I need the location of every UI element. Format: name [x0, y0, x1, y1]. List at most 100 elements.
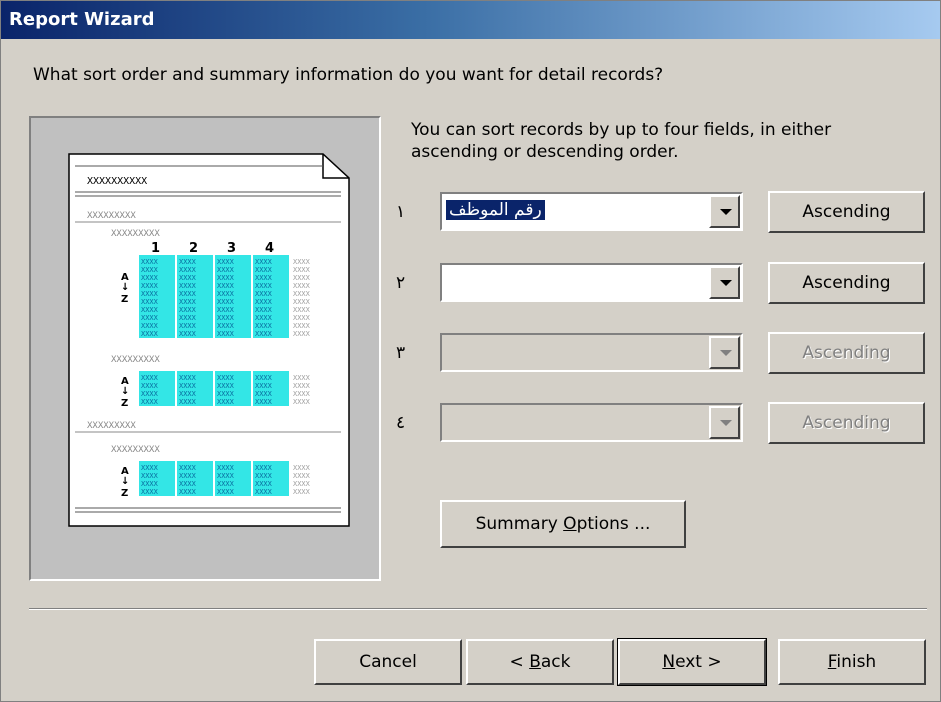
separator [29, 608, 927, 610]
preview-block-1-cell: XXXX [179, 314, 197, 322]
preview-block-1-cell: XXXX [217, 306, 235, 314]
preview-block-2-cell: XXXX [293, 398, 311, 406]
preview-block-3-cell: XXXX [293, 472, 311, 480]
preview-group3-placeholder: XXXXXXXXX [111, 355, 160, 365]
preview-block-1-cell: XXXX [179, 282, 197, 290]
sort-mark: ↓ [121, 282, 129, 293]
preview-block-1-cell: XXXX [217, 274, 235, 282]
preview-block-1-cell: XXXX [141, 282, 159, 290]
sort-order-2-button[interactable]: Ascending [768, 262, 925, 304]
preview-block-2-cell: XXXX [217, 382, 235, 390]
finish-label-end: inish [836, 652, 877, 672]
back-button[interactable]: < Back [466, 639, 614, 685]
title-bar[interactable]: Report Wizard [1, 1, 940, 39]
preview-block-2-cell: XXXX [179, 382, 197, 390]
preview-block-1-cell: XXXX [293, 306, 311, 314]
preview-block-2-cell: XXXX [141, 374, 159, 382]
preview-block-3-cell: XXXX [141, 464, 159, 472]
preview-block-1-cell: XXXX [255, 330, 273, 338]
preview-block-1-cell: XXXX [255, 282, 273, 290]
preview-block-1-cell: XXXX [217, 314, 235, 322]
summary-options-label-start: Summary [475, 514, 564, 534]
preview-block-1-cell: XXXX [141, 258, 159, 266]
preview-block-3-cell: XXXX [293, 488, 311, 496]
preview-group5-placeholder: XXXXXXXXX [111, 445, 160, 455]
sort-field-4-dropdown-button[interactable] [709, 406, 740, 439]
cancel-button[interactable]: Cancel [314, 639, 462, 685]
preview-block-2-cell: XXXX [179, 390, 197, 398]
preview-block-1-cell: XXXX [217, 322, 235, 330]
window-title: Report Wizard [9, 9, 155, 30]
sort-mark: ↓ [121, 476, 129, 487]
preview-block-1-cell: XXXX [293, 282, 311, 290]
preview-block-2-cell: XXXX [255, 398, 273, 406]
sort-field-3-combo[interactable] [440, 333, 743, 372]
preview-block-1-cell: XXXX [255, 314, 273, 322]
preview-block-1-cell: XXXX [179, 274, 197, 282]
sort-order-3-button[interactable]: Ascending [768, 332, 925, 374]
preview-block-3-cell: XXXX [255, 464, 273, 472]
sort-field-1-value: رقم الموظف [446, 200, 545, 220]
preview-block-3-cell: XXXX [255, 480, 273, 488]
preview-block-1-cell: XXXX [141, 314, 159, 322]
preview-block-1-cell: XXXX [179, 298, 197, 306]
column-number-label: 4 [265, 241, 274, 256]
sort-mark: ↓ [121, 386, 129, 397]
next-button[interactable]: Next > [617, 638, 767, 686]
preview-block-1-cell: XXXX [293, 298, 311, 306]
preview-block-1-cell: XXXX [255, 266, 273, 274]
preview-block-3-cell: XXXX [141, 488, 159, 496]
preview-block-2-cell: XXXX [179, 374, 197, 382]
sort-order-4-button[interactable]: Ascending [768, 402, 925, 444]
preview-block-2-cell: XXXX [293, 390, 311, 398]
report-preview-illustration: XXXXXXXXXXXXXXXXXXXXXXXXXXXX1 2 3 4XXXXXXXX… [68, 153, 350, 527]
preview-block-3-cell: XXXX [255, 488, 273, 496]
sort-mark: Z [121, 294, 128, 305]
preview-group1-placeholder: XXXXXXXXX [87, 211, 136, 221]
back-mnemonic: B [529, 652, 541, 672]
preview-block-1-cell: XXXX [179, 330, 197, 338]
preview-block-3-cell: XXXX [217, 480, 235, 488]
preview-block-1-cell: XXXX [255, 322, 273, 330]
preview-block-2-cell: XXXX [141, 390, 159, 398]
preview-block-1-cell: XXXX [179, 290, 197, 298]
preview-block-2-cell: XXXX [217, 390, 235, 398]
preview-block-1-cell: XXXX [179, 266, 197, 274]
preview-block-2-cell: XXXX [217, 374, 235, 382]
preview-block-1-cell: XXXX [217, 282, 235, 290]
sort-field-1-combo[interactable]: رقم الموظف [440, 192, 743, 231]
preview-block-1-cell: XXXX [293, 314, 311, 322]
preview-block-3-cell: XXXX [255, 472, 273, 480]
question-text: What sort order and summary information … [33, 65, 664, 85]
preview-block-1-cell: XXXX [217, 290, 235, 298]
preview-block-1-cell: XXXX [217, 298, 235, 306]
instruction-text: You can sort records by up to four field… [411, 120, 832, 162]
summary-options-button[interactable]: Summary Options ... [440, 500, 686, 548]
sort-field-4-combo[interactable] [440, 403, 743, 442]
back-label-end: ack [540, 652, 571, 672]
preview-block-1-cell: XXXX [255, 274, 273, 282]
chevron-down-icon [720, 350, 732, 356]
preview-block-1-cell: XXXX [255, 290, 273, 298]
chevron-down-icon [720, 209, 732, 215]
column-number-label: 3 [227, 241, 236, 256]
preview-block-3-cell: XXXX [217, 472, 235, 480]
sort-field-1-dropdown-button[interactable] [709, 195, 740, 228]
preview-block-1-cell: XXXX [141, 322, 159, 330]
summary-options-mnemonic: O [563, 514, 577, 534]
preview-block-1-cell: XXXX [141, 274, 159, 282]
preview-block-1-cell: XXXX [293, 330, 311, 338]
sort-field-3-dropdown-button[interactable] [709, 336, 740, 369]
sort-order-1-button[interactable]: Ascending [768, 191, 925, 233]
preview-block-2-cell: XXXX [217, 398, 235, 406]
preview-block-2-cell: XXXX [141, 382, 159, 390]
report-wizard-window: Report Wizard What sort order and summar… [0, 0, 941, 702]
preview-block-1-cell: XXXX [293, 258, 311, 266]
summary-options-label-end: ptions ... [576, 514, 651, 534]
preview-block-3-cell: XXXX [217, 464, 235, 472]
sort-field-2-combo[interactable] [440, 263, 743, 302]
finish-button[interactable]: Finish [778, 639, 926, 685]
sort-field-2-dropdown-button[interactable] [709, 266, 740, 299]
preview-block-1-cell: XXXX [255, 298, 273, 306]
preview-block-1-cell: XXXX [293, 266, 311, 274]
